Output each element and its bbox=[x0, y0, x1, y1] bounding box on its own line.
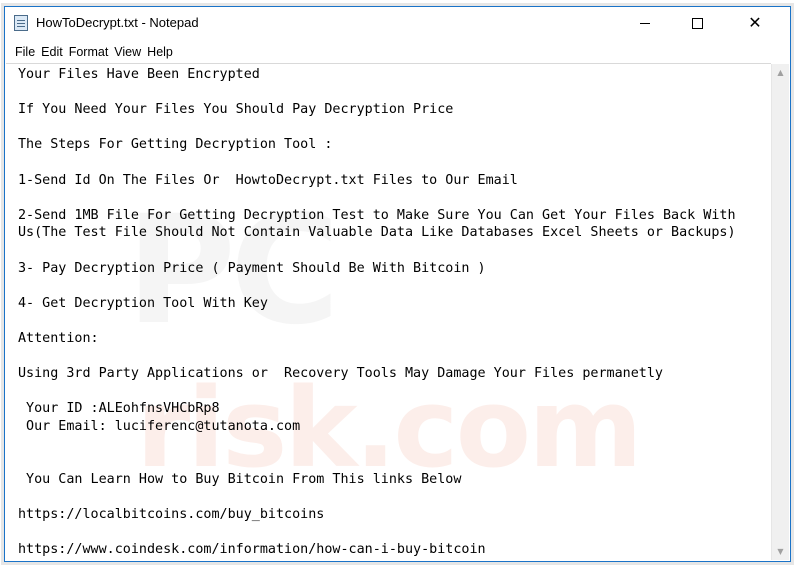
scroll-down-icon[interactable]: ▼ bbox=[772, 543, 789, 560]
text-line: Us(The Test File Should Not Contain Valu… bbox=[18, 225, 736, 241]
text-line: 2-Send 1MB File For Getting Decryption T… bbox=[18, 207, 736, 223]
text-line bbox=[18, 523, 736, 541]
notepad-window: HowToDecrypt.txt - Notepad ✕ File Edit F… bbox=[4, 6, 791, 562]
text-line: You Can Learn How to Buy Bitcoin From Th… bbox=[18, 471, 462, 487]
text-line bbox=[18, 277, 736, 295]
text-line bbox=[18, 84, 736, 102]
menu-file[interactable]: File bbox=[15, 45, 35, 59]
text-line bbox=[18, 242, 736, 260]
text-line bbox=[18, 348, 736, 366]
text-line bbox=[18, 488, 736, 506]
title-bar[interactable]: HowToDecrypt.txt - Notepad ✕ bbox=[5, 7, 790, 39]
text-line bbox=[18, 383, 736, 401]
menu-bar: File Edit Format View Help bbox=[5, 42, 790, 61]
text-line: 3- Pay Decryption Price ( Payment Should… bbox=[18, 260, 486, 276]
text-line: Your ID :ALEohfnsVHCbRp8 bbox=[18, 401, 220, 417]
menu-help[interactable]: Help bbox=[147, 45, 173, 59]
window-title: HowToDecrypt.txt - Notepad bbox=[36, 15, 199, 30]
text-line bbox=[18, 453, 736, 471]
notepad-icon bbox=[14, 15, 28, 31]
text-line: 4- Get Decryption Tool With Key bbox=[18, 295, 268, 311]
close-icon: ✕ bbox=[748, 13, 762, 32]
scroll-up-icon[interactable]: ▲ bbox=[772, 64, 789, 81]
text-line bbox=[18, 312, 736, 330]
text-editor[interactable]: PC risk.com Your Files Have Been Encrypt… bbox=[6, 63, 771, 560]
vertical-scrollbar[interactable]: ▲ ▼ bbox=[771, 64, 789, 560]
text-line: Our Email: luciferenc@tutanota.com bbox=[18, 418, 301, 434]
text-line: The Steps For Getting Decryption Tool : bbox=[18, 137, 333, 153]
menu-edit[interactable]: Edit bbox=[41, 45, 63, 59]
text-line bbox=[18, 189, 736, 207]
text-line: https://www.coindesk.com/information/how… bbox=[18, 542, 486, 558]
maximize-button[interactable] bbox=[674, 7, 720, 39]
text-line: Your Files Have Been Encrypted bbox=[18, 67, 260, 82]
text-line: 1-Send Id On The Files Or HowtoDecrypt.t… bbox=[18, 172, 518, 188]
text-line: If You Need Your Files You Should Pay De… bbox=[18, 102, 454, 118]
text-line bbox=[18, 435, 736, 453]
minimize-button[interactable] bbox=[622, 7, 668, 39]
text-line: Attention: bbox=[18, 330, 99, 346]
menu-view[interactable]: View bbox=[114, 45, 141, 59]
text-line bbox=[18, 154, 736, 172]
text-line: Using 3rd Party Applications or Recovery… bbox=[18, 366, 663, 382]
maximize-icon bbox=[691, 17, 703, 29]
document-text[interactable]: Your Files Have Been Encrypted If You Nee… bbox=[18, 66, 736, 559]
minimize-icon bbox=[640, 22, 650, 24]
close-button[interactable]: ✕ bbox=[732, 7, 778, 39]
menu-format[interactable]: Format bbox=[69, 45, 109, 59]
text-line bbox=[18, 119, 736, 137]
text-line: https://localbitcoins.com/buy_bitcoins bbox=[18, 506, 325, 522]
